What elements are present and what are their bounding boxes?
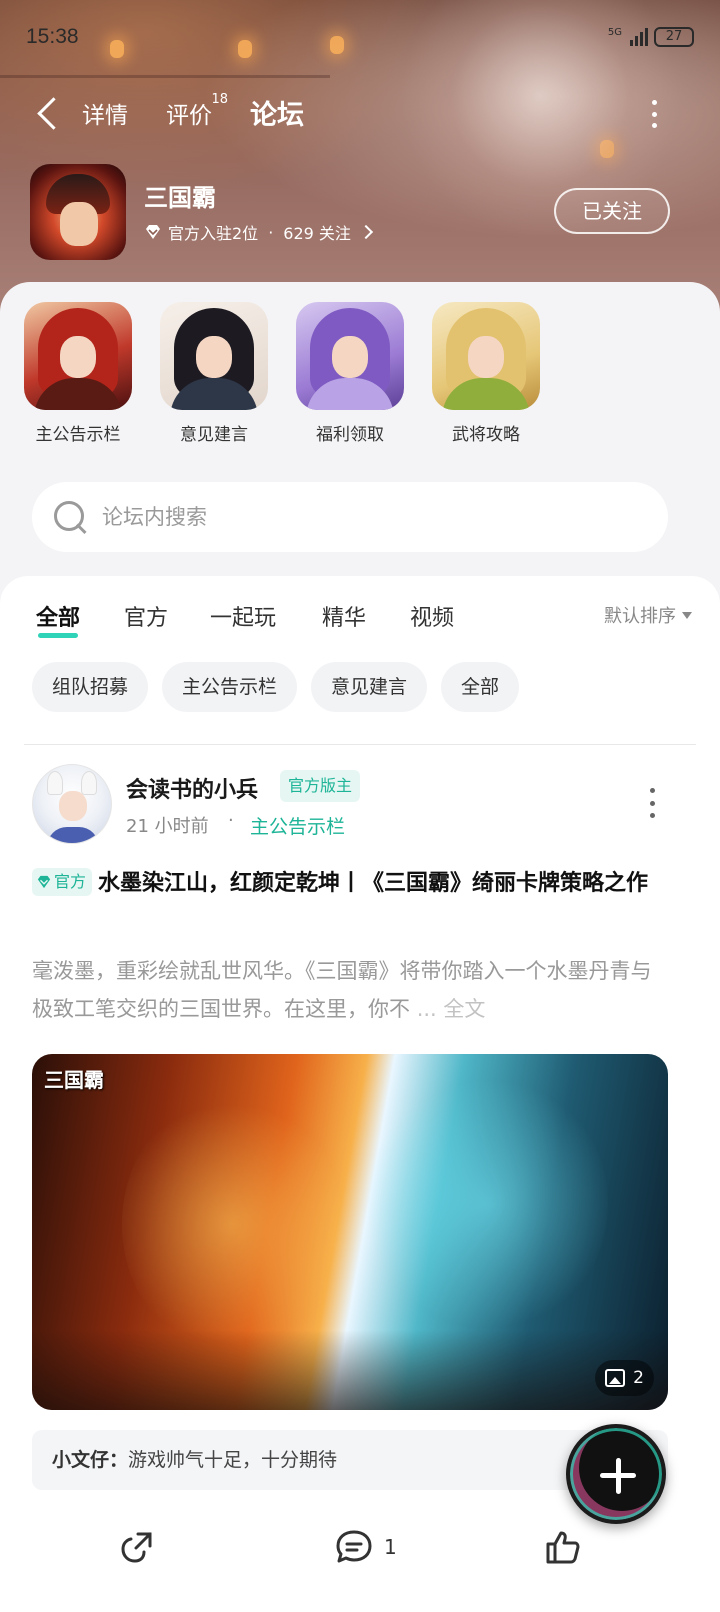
diamond-icon — [144, 224, 162, 240]
post-image[interactable]: 三国霸 2 — [32, 1054, 668, 1410]
board-label: 武将攻略 — [452, 425, 520, 445]
tab-reviews-count: 18 — [211, 92, 228, 107]
read-more-link[interactable]: ... 全文 — [417, 997, 486, 1021]
chip-team-recruit[interactable]: 组队招募 — [32, 662, 149, 712]
lady-blonde-fan-avatar — [432, 302, 540, 410]
board-item-announcements[interactable]: 主公告示栏 — [22, 302, 134, 445]
board-item-suggestions[interactable]: 意见建言 — [158, 302, 270, 445]
lady-black-hair-avatar — [160, 302, 268, 410]
post-title-block[interactable]: 官方 水墨染江山，红颜定乾坤丨《三国霸》绮丽卡牌策略之作 — [32, 866, 672, 902]
tab-details[interactable]: 详情 — [82, 96, 128, 130]
divider — [24, 744, 696, 745]
general-red-armor-avatar — [24, 302, 132, 410]
tag-chips: 组队招募 主公告示栏 意见建言 全部 — [32, 662, 520, 712]
lady-purple-hair-avatar — [296, 302, 404, 410]
follower-count: 629 关注 — [283, 224, 351, 243]
image-logo: 三国霸 — [44, 1068, 104, 1092]
post-excerpt-text: 毫泼墨，重彩绘就乱世风华。《三国霸》将带你踏入一个水墨丹青与极致工笔交织的三国世… — [32, 959, 652, 1021]
status-indicators: 5G 27 — [608, 27, 694, 47]
board-label: 福利领取 — [316, 425, 384, 445]
forum-search-bar[interactable] — [32, 482, 668, 552]
search-input[interactable] — [102, 505, 622, 529]
meta-separator: · — [228, 810, 234, 831]
sort-label: 默认排序 — [604, 606, 676, 627]
sort-dropdown[interactable]: 默认排序 — [604, 602, 692, 628]
share-button[interactable] — [118, 1528, 156, 1566]
tab-reviews[interactable]: 评价 18 — [166, 92, 228, 130]
board-label: 意见建言 — [180, 425, 248, 445]
back-icon[interactable] — [34, 94, 64, 134]
create-post-button[interactable] — [566, 1424, 666, 1524]
filter-tab-play-together[interactable]: 一起玩 — [210, 600, 276, 632]
filter-tabs: 全部 官方 一起玩 精华 视频 默认排序 — [36, 594, 692, 642]
comment-text: 游戏帅气十足，十分期待 — [128, 1449, 338, 1471]
meta-separator: · — [268, 222, 274, 242]
like-button[interactable] — [544, 1528, 582, 1566]
game-info: 三国霸 官方入驻2位 · 629 关注 已关注 — [30, 164, 670, 260]
share-icon — [121, 1532, 152, 1563]
avatar[interactable] — [32, 764, 112, 844]
board-label: 主公告示栏 — [35, 425, 121, 445]
post-excerpt[interactable]: 毫泼墨，重彩绘就乱世风华。《三国霸》将带你踏入一个水墨丹青与极致工笔交织的三国世… — [32, 952, 672, 1028]
tab-forum[interactable]: 论坛 — [250, 93, 304, 134]
forum-sheet: 主公告示栏 意见建言 福利领取 武将攻略 全部 官方 一起玩 — [0, 282, 720, 1612]
top-nav: 详情 评价 18 论坛 — [0, 86, 720, 142]
official-tag-label: 官方 — [54, 872, 87, 891]
header-hero: 15:38 5G 27 详情 评价 18 论坛 三国霸 官方入驻2位 · 629… — [0, 0, 720, 320]
moderator-badge: 官方版主 — [280, 770, 361, 802]
sort-caret-icon — [682, 611, 692, 619]
game-icon[interactable] — [30, 164, 126, 260]
post-time: 21 小时前 — [126, 816, 209, 837]
tab-reviews-label: 评价 — [166, 103, 212, 129]
filter-tab-featured[interactable]: 精华 — [322, 600, 366, 632]
filter-tab-official[interactable]: 官方 — [124, 600, 168, 632]
status-bar: 15:38 5G 27 — [26, 20, 694, 54]
follow-button[interactable]: 已关注 — [554, 188, 670, 234]
official-tag: 官方 — [32, 868, 93, 896]
board-shortcuts: 主公告示栏 意见建言 福利领取 武将攻略 — [22, 302, 720, 452]
board-item-rewards[interactable]: 福利领取 — [294, 302, 406, 445]
network-label: 5G — [607, 27, 622, 38]
battery-icon: 27 — [654, 27, 694, 47]
chip-all[interactable]: 全部 — [441, 662, 520, 712]
search-icon — [52, 499, 88, 535]
comment-button[interactable]: 1 — [334, 1528, 397, 1566]
comment-author: 小文仔： — [52, 1449, 129, 1471]
image-count-badge: 2 — [595, 1360, 654, 1396]
gallery-icon — [605, 1369, 626, 1387]
post-title: 水墨染江山，红颜定乾坤丨《三国霸》绮丽卡牌策略之作 — [98, 871, 649, 896]
post-author[interactable]: 会读书的小兵 — [126, 772, 258, 804]
comment-count: 1 — [384, 1535, 397, 1559]
filter-tab-all[interactable]: 全部 — [36, 600, 80, 638]
filter-tab-video[interactable]: 视频 — [410, 600, 454, 632]
game-title: 三国霸 — [144, 184, 216, 212]
signal-icon — [630, 28, 648, 46]
image-count: 2 — [633, 1368, 644, 1388]
comment-icon — [336, 1530, 372, 1563]
chevron-right-icon — [358, 224, 373, 240]
official-count: 官方入驻2位 — [168, 224, 259, 243]
like-icon — [546, 1531, 580, 1564]
status-time: 15:38 — [26, 25, 79, 48]
board-item-guides[interactable]: 武将攻略 — [430, 302, 542, 445]
more-icon[interactable] — [646, 96, 662, 132]
post-board-link[interactable]: 主公告示栏 — [250, 812, 345, 839]
chip-announcements[interactable]: 主公告示栏 — [162, 662, 298, 712]
game-meta[interactable]: 官方入驻2位 · 629 关注 — [144, 220, 373, 244]
chip-suggestions[interactable]: 意见建言 — [311, 662, 428, 712]
more-icon[interactable] — [648, 788, 656, 818]
diamond-icon — [37, 875, 51, 889]
